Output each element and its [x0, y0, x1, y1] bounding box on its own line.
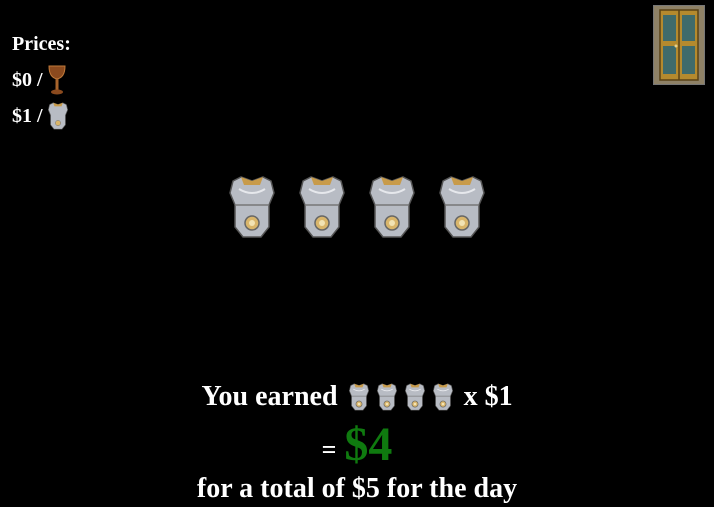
earned-amount: $4 — [344, 418, 393, 471]
amount-line: = $4 — [0, 419, 714, 471]
price-row-armor: $1 / — [12, 98, 71, 134]
armor-icon — [297, 174, 347, 240]
prices-heading: Prices: — [12, 33, 71, 55]
armor-icon — [437, 174, 487, 240]
price-label-goblet: $0 / — [12, 69, 43, 91]
equals-sign: = — [321, 435, 337, 464]
armor-icon — [404, 382, 426, 412]
armor-icon — [367, 174, 417, 240]
earned-items-row — [348, 382, 454, 412]
earned-items-stage — [0, 174, 714, 240]
armor-icon — [227, 174, 277, 240]
goblet-icon — [47, 64, 67, 96]
price-row-goblet: $0 / — [12, 62, 71, 98]
earned-line: You earned x $1 — [0, 375, 714, 419]
earnings-summary: You earned x $1 = $4 for a total of $5 f — [0, 375, 714, 505]
armor-icon — [376, 382, 398, 412]
armor-icon — [348, 382, 370, 412]
armor-icon — [47, 101, 69, 131]
daily-total: for a total of $5 for the day — [196, 473, 518, 504]
earned-prefix: You earned — [201, 381, 338, 412]
prices-panel: Prices: $0 / $1 / — [12, 26, 71, 134]
door-icon[interactable] — [653, 5, 705, 85]
armor-icon — [432, 382, 454, 412]
earned-multiplier: x $1 — [463, 381, 513, 412]
price-label-armor: $1 / — [12, 105, 43, 127]
